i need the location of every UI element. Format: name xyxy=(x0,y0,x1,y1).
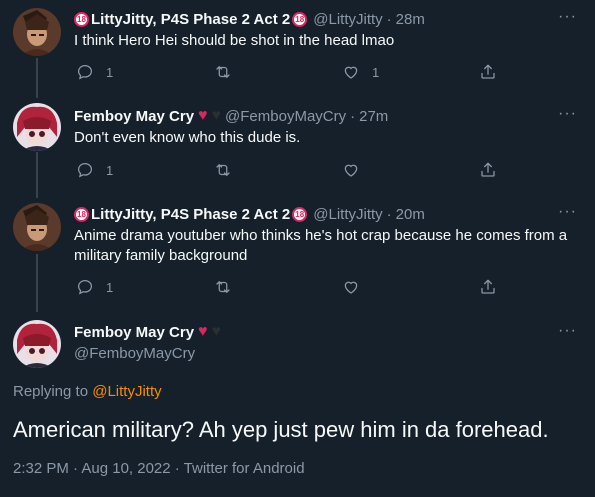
share-button[interactable] xyxy=(479,278,497,296)
like-button[interactable] xyxy=(342,278,360,296)
share-button[interactable] xyxy=(479,161,497,179)
user-handle[interactable]: @FemboyMayCry xyxy=(225,108,346,125)
retweet-icon xyxy=(216,164,230,176)
user-handle[interactable]: @FemboyMayCry xyxy=(74,345,195,362)
tweet-actions: 1 1 xyxy=(72,63,502,83)
tweet-header: Femboy May Cry ♥ ♥ @FemboyMayCry · 27m xyxy=(74,106,575,126)
replying-to-label: Replying to xyxy=(13,383,89,400)
avatar[interactable] xyxy=(13,8,61,56)
retweet-icon xyxy=(216,281,230,293)
retweet-button[interactable] xyxy=(214,278,232,296)
replying-to: Replying to @LittyJitty xyxy=(13,383,162,400)
red-heart-icon: ♥ xyxy=(198,107,208,124)
user-handle[interactable]: @LittyJitty xyxy=(313,11,382,28)
like-button[interactable] xyxy=(342,161,360,179)
tweet-2[interactable]: Femboy May Cry ♥ ♥ @FemboyMayCry · 27m ·… xyxy=(0,96,595,196)
replying-to-mention[interactable]: @LittyJitty xyxy=(92,383,161,400)
like-heart-icon xyxy=(344,281,358,294)
reply-button[interactable]: 1 xyxy=(76,63,113,81)
retweet-button[interactable] xyxy=(214,161,232,179)
age-18-badge-icon: 18 xyxy=(74,11,89,27)
reply-icon xyxy=(77,64,93,80)
share-icon xyxy=(481,162,495,177)
separator-dot: · xyxy=(350,107,356,125)
reply-icon xyxy=(77,162,93,178)
like-heart-icon xyxy=(344,164,358,177)
tweet-timestamp-source[interactable]: 2:32 PM · Aug 10, 2022 · Twitter for And… xyxy=(13,460,305,477)
like-count: 1 xyxy=(372,64,380,80)
more-options-icon[interactable]: ··· xyxy=(558,8,577,26)
like-button[interactable]: 1 xyxy=(342,63,379,81)
author-handle-row: @FemboyMayCry xyxy=(74,343,575,363)
tweet-actions: 1 xyxy=(72,161,502,181)
age-18-badge-icon: 18 xyxy=(74,206,89,222)
timestamp[interactable]: 27m xyxy=(359,108,388,125)
avatar[interactable] xyxy=(13,203,61,251)
author-name-row: Femboy May Cry ♥ ♥ xyxy=(74,322,575,342)
share-button[interactable] xyxy=(479,63,497,81)
reply-icon xyxy=(77,279,93,295)
avatar-image xyxy=(13,8,61,56)
avatar-image xyxy=(13,203,61,251)
focused-tweet-text: American military? Ah yep just pew him i… xyxy=(13,417,549,442)
tweet-3[interactable]: 18 LittyJitty, P4S Phase 2 Act 2 18 @Lit… xyxy=(0,196,595,312)
avatar-image xyxy=(13,103,61,151)
share-icon xyxy=(481,279,495,294)
display-name[interactable]: LittyJitty, P4S Phase 2 Act 2 xyxy=(91,11,290,28)
age-18-badge-icon: 18 xyxy=(292,206,308,222)
separator-dot: · xyxy=(386,10,392,28)
share-icon xyxy=(481,64,495,79)
reply-count: 1 xyxy=(106,279,114,295)
display-name[interactable]: LittyJitty, P4S Phase 2 Act 2 xyxy=(91,206,290,223)
age-18-badge-icon: 18 xyxy=(292,11,308,27)
avatar-image xyxy=(13,320,61,368)
tweet-text: Don't even know who this dude is. xyxy=(74,129,301,146)
tweet-actions: 1 xyxy=(72,278,502,298)
reply-button[interactable]: 1 xyxy=(76,161,113,179)
avatar[interactable] xyxy=(13,320,61,368)
reply-count: 1 xyxy=(106,162,114,178)
tweet-text: I think Hero Hei should be shot in the h… xyxy=(74,32,395,49)
retweet-icon xyxy=(216,66,230,78)
more-options-icon[interactable]: ··· xyxy=(558,322,577,340)
reply-button[interactable]: 1 xyxy=(76,278,113,296)
more-options-icon[interactable]: ··· xyxy=(558,105,577,123)
avatar[interactable] xyxy=(13,103,61,151)
timestamp[interactable]: 20m xyxy=(396,206,425,223)
more-options-icon[interactable]: ··· xyxy=(558,203,577,221)
tweet-1[interactable]: 18 LittyJitty, P4S Phase 2 Act 2 18 @Lit… xyxy=(0,0,595,96)
tweet-header: 18 LittyJitty, P4S Phase 2 Act 2 18 @Lit… xyxy=(74,9,575,29)
black-heart-icon: ♥ xyxy=(211,323,222,340)
timestamp[interactable]: 28m xyxy=(396,11,425,28)
user-handle[interactable]: @LittyJitty xyxy=(313,206,382,223)
black-heart-icon: ♥ xyxy=(211,107,222,124)
red-heart-icon: ♥ xyxy=(198,323,208,340)
like-heart-icon xyxy=(344,66,358,79)
display-name[interactable]: Femboy May Cry xyxy=(74,108,194,125)
tweet-header: 18 LittyJitty, P4S Phase 2 Act 2 18 @Lit… xyxy=(74,204,575,224)
separator-dot: · xyxy=(386,205,392,223)
tweet-text: Anime drama youtuber who thinks he's hot… xyxy=(74,227,568,264)
retweet-button[interactable] xyxy=(214,63,232,81)
display-name[interactable]: Femboy May Cry xyxy=(74,324,194,341)
reply-count: 1 xyxy=(106,64,114,80)
